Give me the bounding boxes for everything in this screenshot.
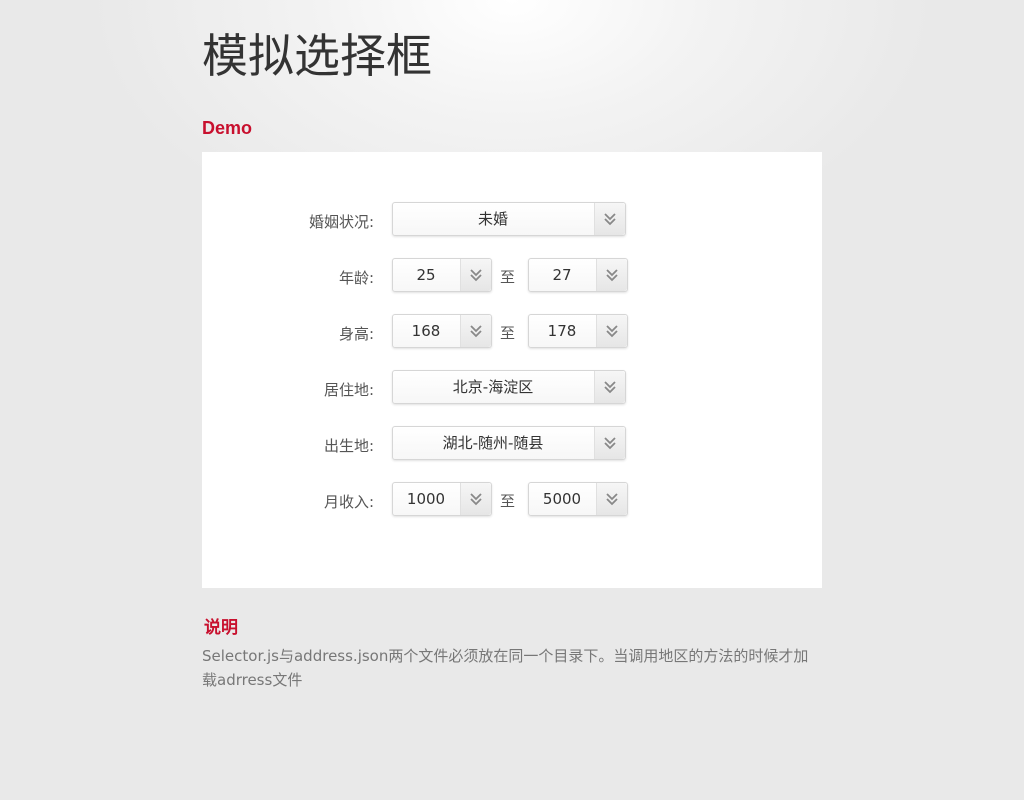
marital-label: 婚姻状况: (308, 213, 374, 231)
age-row: 年龄: 25 至 27 (202, 258, 822, 294)
height-to-select[interactable]: 178 (528, 314, 628, 348)
age-from-value: 25 (416, 266, 436, 284)
birthplace-row: 出生地: 湖北-随州-随县 (202, 426, 822, 462)
residence-value: 北京-海淀区 (452, 378, 534, 396)
height-from-select[interactable]: 168 (392, 314, 492, 348)
age-to-label: 至 (500, 268, 516, 286)
birthplace-label: 出生地: (323, 437, 374, 455)
height-from-value: 168 (411, 322, 441, 340)
demo-panel: 婚姻状况: 未婚 年龄: 25 至 27 身高: 168 至 178 居住地: … (202, 152, 822, 588)
residence-row: 居住地: 北京-海淀区 (202, 370, 822, 406)
height-to-label: 至 (500, 324, 516, 342)
age-label: 年龄: (338, 269, 374, 287)
double-chevron-down-icon (460, 259, 491, 291)
notes-heading: 说明 (204, 618, 238, 638)
age-to-select[interactable]: 27 (528, 258, 628, 292)
income-to-value: 5000 (542, 490, 582, 508)
height-to-value: 178 (547, 322, 577, 340)
income-from-select[interactable]: 1000 (392, 482, 492, 516)
income-from-value: 1000 (406, 490, 446, 508)
residence-label: 居住地: (323, 381, 374, 399)
double-chevron-down-icon (594, 427, 625, 459)
double-chevron-down-icon (596, 259, 627, 291)
age-from-select[interactable]: 25 (392, 258, 492, 292)
height-row: 身高: 168 至 178 (202, 314, 822, 350)
double-chevron-down-icon (460, 483, 491, 515)
income-to-label: 至 (500, 492, 516, 510)
age-to-value: 27 (552, 266, 572, 284)
income-to-select[interactable]: 5000 (528, 482, 628, 516)
birthplace-value: 湖北-随州-随县 (442, 434, 544, 452)
marital-row: 婚姻状况: 未婚 (202, 202, 822, 238)
residence-select[interactable]: 北京-海淀区 (392, 370, 626, 404)
birthplace-select[interactable]: 湖北-随州-随县 (392, 426, 626, 460)
marital-value: 未婚 (477, 210, 508, 228)
page-title: 模拟选择框 (202, 29, 432, 83)
double-chevron-down-icon (594, 203, 625, 235)
income-label: 月收入: (323, 493, 374, 511)
height-label: 身高: (338, 325, 374, 343)
double-chevron-down-icon (460, 315, 491, 347)
double-chevron-down-icon (596, 315, 627, 347)
income-row: 月收入: 1000 至 5000 (202, 482, 822, 518)
marital-select[interactable]: 未婚 (392, 202, 626, 236)
notes-text: Selector.js与address.json两个文件必须放在同一个目录下。当… (202, 647, 809, 689)
demo-heading: Demo (202, 118, 253, 138)
double-chevron-down-icon (594, 371, 625, 403)
double-chevron-down-icon (596, 483, 627, 515)
